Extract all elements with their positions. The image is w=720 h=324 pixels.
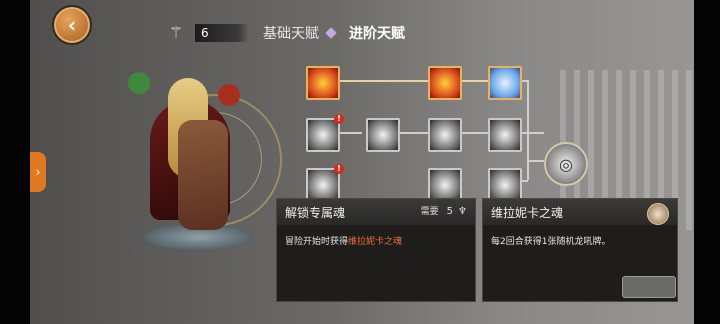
dragon-emblem-icon: ◎ bbox=[559, 154, 573, 174]
soul-avatar-icon bbox=[647, 203, 669, 225]
talent-node-gray-6[interactable] bbox=[428, 168, 462, 202]
tab-advanced-talent[interactable]: 进阶天赋 bbox=[349, 23, 405, 43]
red-dragon-icon bbox=[218, 84, 240, 106]
soul-panel-title: 维拉妮卡之魂 bbox=[491, 205, 564, 220]
talent-node-gray-1[interactable] bbox=[306, 118, 340, 152]
soul-panel-desc: 每2回合获得1张随机龙吼牌。 bbox=[491, 237, 611, 247]
hero-figure bbox=[178, 120, 228, 230]
talent-node-gray-2[interactable] bbox=[366, 118, 400, 152]
right-letterbox bbox=[694, 0, 720, 324]
need-value: 5 bbox=[446, 206, 453, 217]
unlock-panel: 解锁专属魂 需要 5 ♆ 冒险开始时获得维拉妮卡之魂 bbox=[276, 198, 476, 302]
path-line-vertical bbox=[527, 80, 529, 180]
need-label: 需要 bbox=[420, 207, 439, 217]
path-line-row2-c bbox=[462, 132, 488, 134]
alert-badge: ! bbox=[334, 164, 344, 174]
path-line-final bbox=[528, 160, 544, 162]
alert-badge: ! bbox=[334, 114, 344, 124]
unlock-panel-desc: 冒险开始时获得维拉妮卡之魂 bbox=[277, 225, 475, 259]
talent-node-ice-1[interactable] bbox=[488, 66, 522, 100]
desc-prefix: 冒险开始时获得 bbox=[285, 237, 349, 247]
rune-icon: ♆ bbox=[458, 206, 467, 217]
partially-hidden-button[interactable] bbox=[622, 276, 676, 298]
unlock-panel-title: 解锁专属魂 bbox=[285, 205, 346, 220]
talent-node-gray-7[interactable] bbox=[488, 168, 522, 202]
selected-diamond-icon bbox=[325, 27, 337, 39]
tab-basic-talent[interactable]: 基础天赋 bbox=[263, 23, 319, 43]
talent-node-gray-3[interactable] bbox=[428, 118, 462, 152]
unlock-panel-header: 解锁专属魂 需要 5 ♆ bbox=[277, 199, 475, 225]
green-dragon-icon bbox=[128, 72, 150, 94]
back-button[interactable]: ‹ bbox=[52, 5, 92, 45]
top-bar: ⚚ 6 基础天赋 进阶天赋 bbox=[165, 22, 405, 44]
talent-node-fire-2[interactable] bbox=[428, 66, 462, 100]
talent-points-counter: 6 bbox=[195, 24, 249, 42]
talent-node-gray-4[interactable] bbox=[488, 118, 522, 152]
chevron-right-icon: › bbox=[35, 165, 41, 179]
talent-node-fire-1[interactable] bbox=[306, 66, 340, 100]
talent-node-final[interactable]: ◎ bbox=[544, 142, 588, 186]
back-arrow-icon: ‹ bbox=[67, 13, 77, 37]
soul-panel-header: 维拉妮卡之魂 bbox=[483, 199, 677, 225]
rune-icon: ⚚ bbox=[168, 23, 184, 42]
path-line-top bbox=[322, 80, 508, 82]
left-letterbox bbox=[0, 0, 30, 324]
path-line-row2-b bbox=[398, 132, 428, 134]
unlock-cost: 需要 5 bbox=[421, 199, 453, 225]
side-expand-tab[interactable]: › bbox=[30, 152, 46, 192]
desc-highlight: 维拉妮卡之魂 bbox=[348, 237, 403, 247]
talent-node-gray-5[interactable] bbox=[306, 168, 340, 202]
